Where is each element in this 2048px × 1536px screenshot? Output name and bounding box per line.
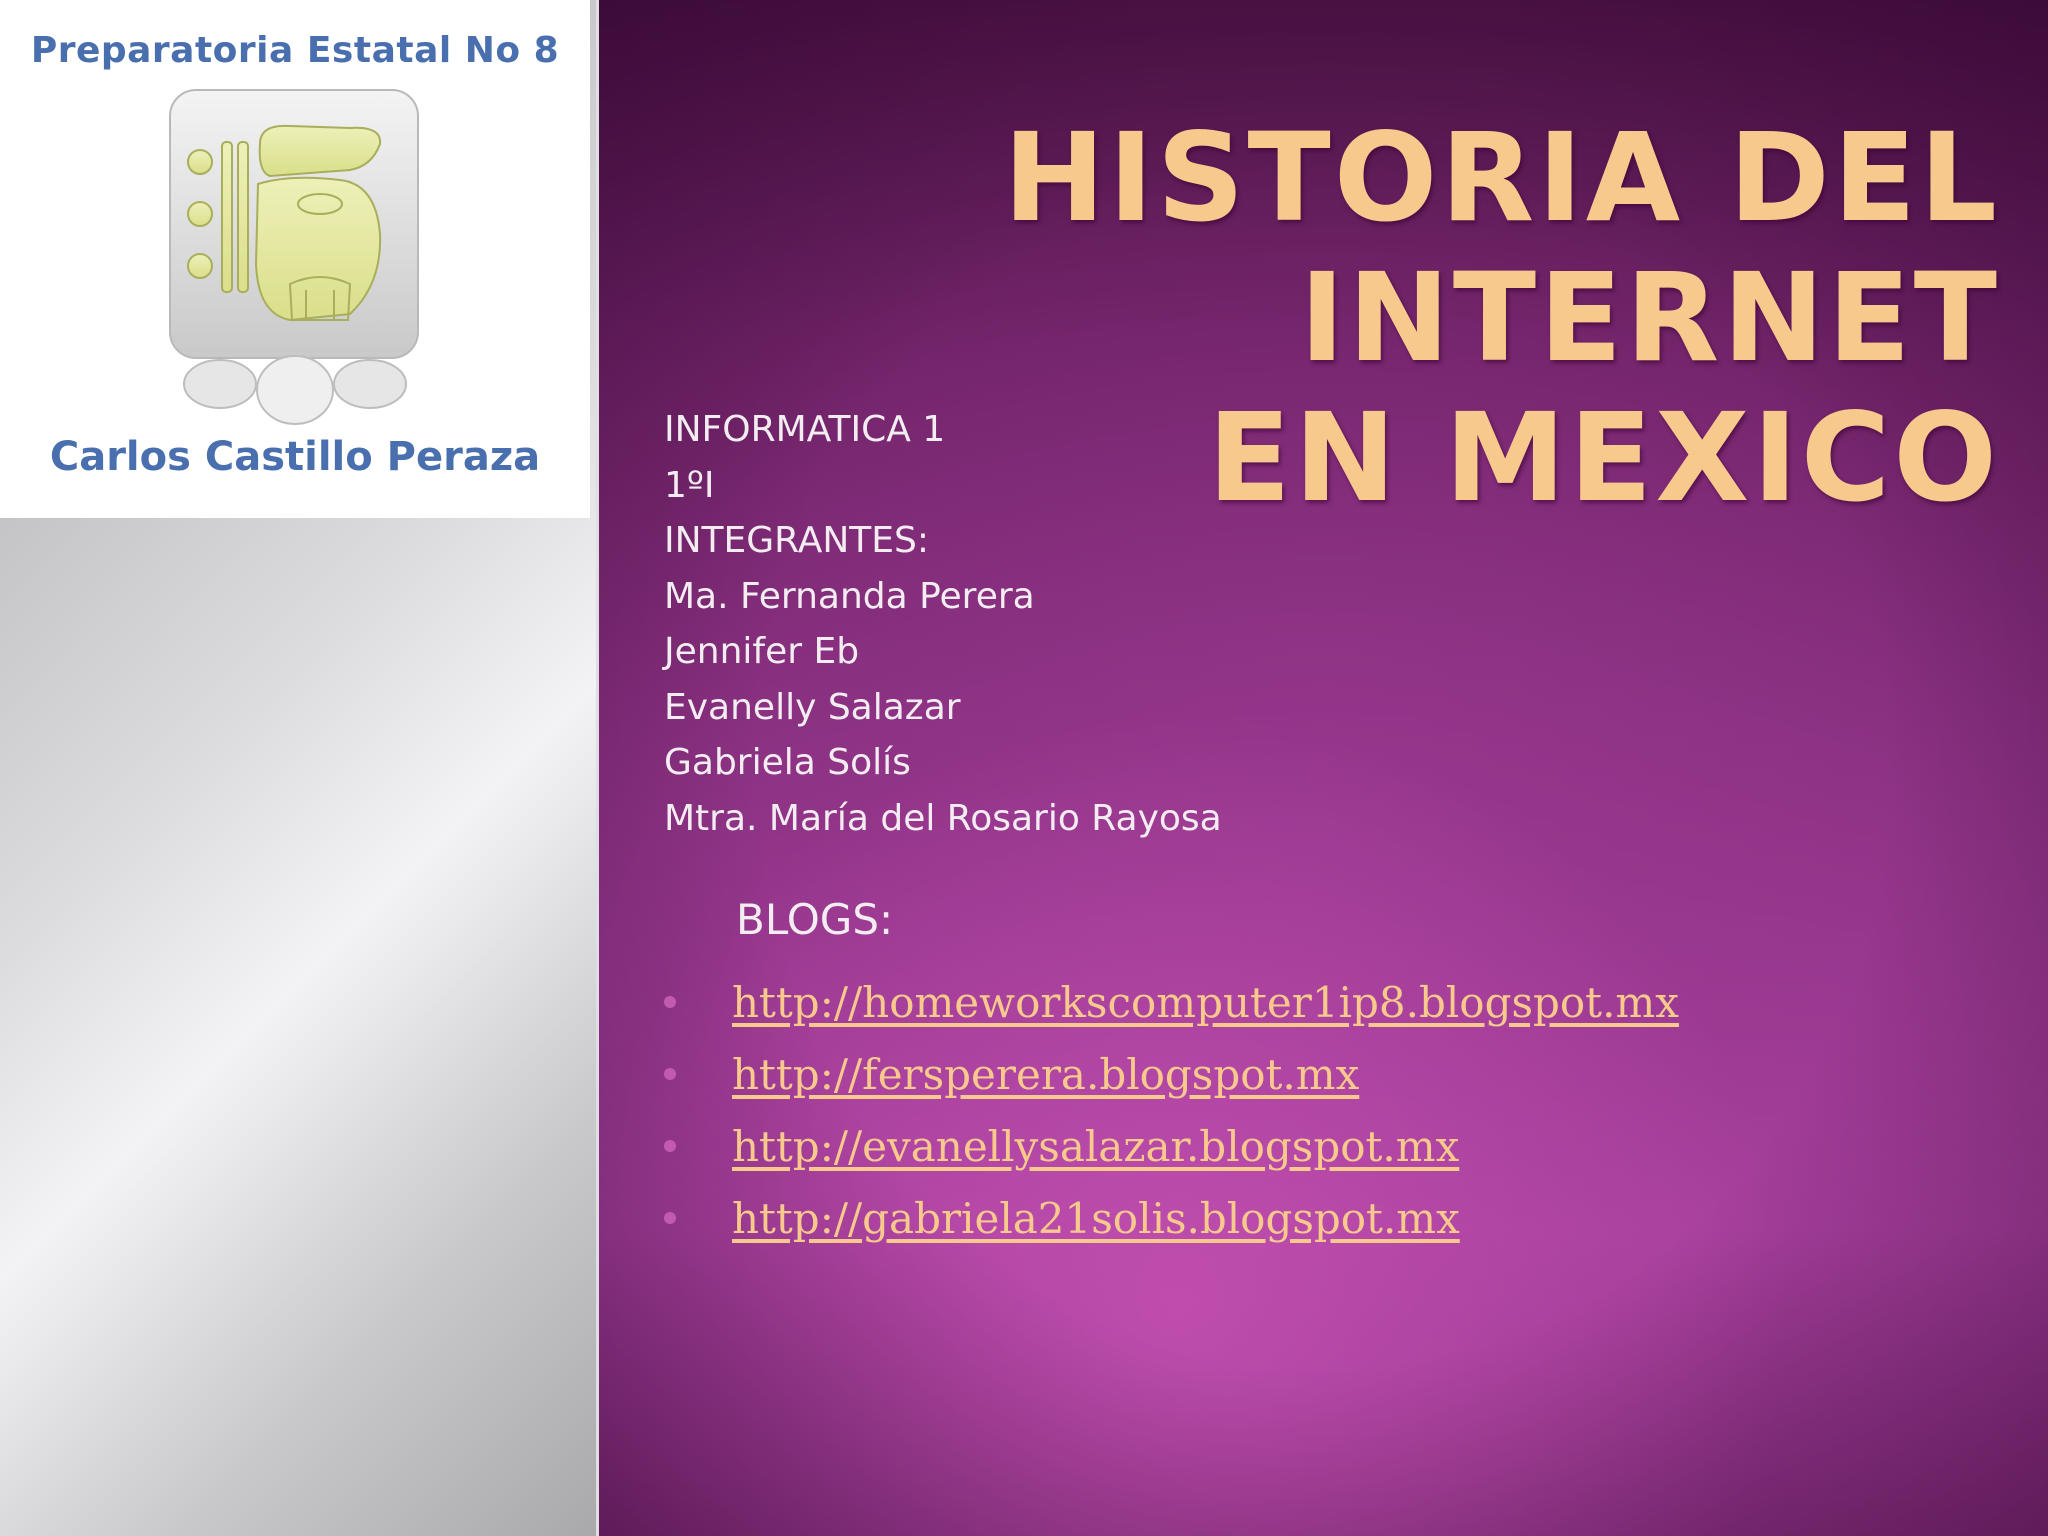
blogs-heading: BLOGS: <box>736 895 894 944</box>
info-line: 1ºI <box>664 464 715 506</box>
logo-bottom-text: Carlos Castillo Peraza <box>49 434 541 480</box>
left-panel: Preparatoria Estatal No 8 Carlos Castill… <box>0 0 596 1536</box>
info-line: Jennifer Eb <box>664 631 860 672</box>
list-item: http://homeworkscomputer1ip8.blogspot.mx <box>664 966 1679 1038</box>
blog-link[interactable]: http://fersperera.blogspot.mx <box>732 1050 1359 1099</box>
mayan-glyph-emblem <box>169 89 419 425</box>
bullet-icon <box>664 1140 676 1152</box>
info-line: Gabriela Solís <box>664 742 911 783</box>
info-line: Mtra. María del Rosario Rayosa <box>664 797 1222 839</box>
blog-list: http://homeworkscomputer1ip8.blogspot.mx… <box>664 966 1679 1254</box>
list-item: http://fersperera.blogspot.mx <box>664 1038 1679 1110</box>
info-line: INFORMATICA 1 <box>664 409 946 450</box>
info-line: Ma. Fernanda Perera <box>664 575 1035 617</box>
blog-link[interactable]: http://homeworkscomputer1ip8.blogspot.mx <box>732 978 1679 1027</box>
info-line: Evanelly Salazar <box>664 686 961 728</box>
info-line: INTEGRANTES: <box>664 520 930 561</box>
info-block: INFORMATICA 1 1ºI INTEGRANTES: Ma. Ferna… <box>664 402 1222 846</box>
list-item: http://gabriela21solis.blogspot.mx <box>664 1182 1679 1254</box>
school-logo: Preparatoria Estatal No 8 Carlos Castill… <box>0 0 590 518</box>
bullet-icon <box>664 1068 676 1080</box>
slide-title-line-1: Historia del Internet <box>1003 107 2000 389</box>
blog-link[interactable]: http://evanellysalazar.blogspot.mx <box>732 1122 1459 1171</box>
list-item: http://evanellysalazar.blogspot.mx <box>664 1110 1679 1182</box>
bullet-icon <box>664 1212 676 1224</box>
bullet-icon <box>664 996 676 1008</box>
blog-link[interactable]: http://gabriela21solis.blogspot.mx <box>732 1194 1460 1243</box>
logo-top-text: Preparatoria Estatal No 8 <box>30 30 560 71</box>
